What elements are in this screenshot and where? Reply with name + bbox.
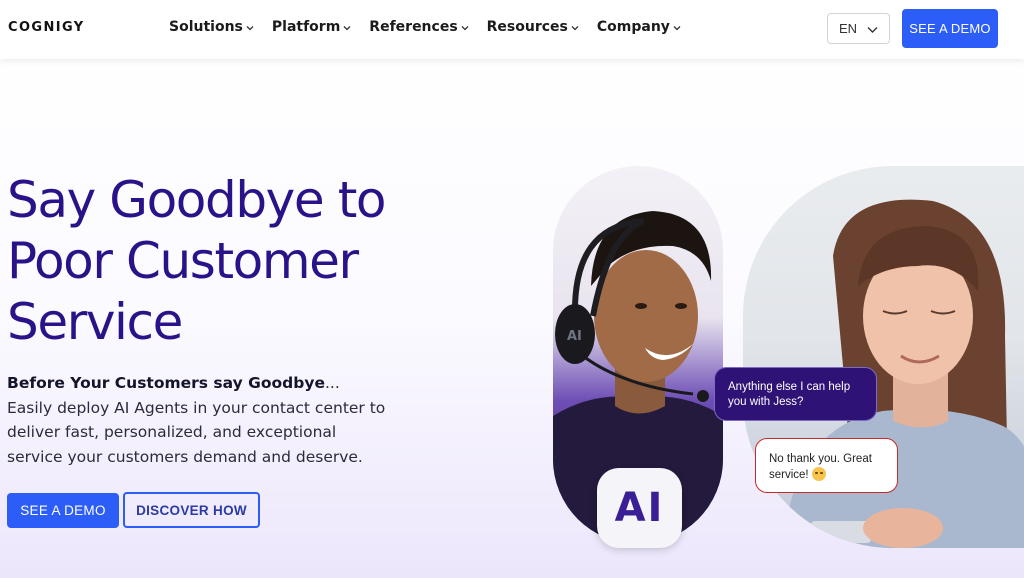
chevron-down-icon xyxy=(461,26,469,31)
nav-item-label: References xyxy=(369,19,458,35)
chevron-down-icon xyxy=(343,26,351,31)
hero-description-lead: Before Your Customers say Goodbye xyxy=(7,374,325,392)
chevron-down-icon xyxy=(246,26,254,31)
language-value: EN xyxy=(839,21,858,36)
see-demo-button[interactable]: SEE A DEMO xyxy=(7,493,119,528)
nav-item-resources[interactable]: Resources xyxy=(487,19,580,35)
site-header: COGNIGY Solutions Platform References Re… xyxy=(0,0,1024,59)
nav-item-references[interactable]: References xyxy=(369,19,469,35)
ai-badge: AI xyxy=(597,468,682,548)
main-nav: Solutions Platform References Resources … xyxy=(169,19,699,35)
hero-title-line: Service xyxy=(7,293,183,351)
discover-how-button[interactable]: DISCOVER HOW xyxy=(123,492,260,528)
ai-badge-text: AI xyxy=(614,485,665,531)
header-see-demo-button[interactable]: SEE A DEMO xyxy=(902,9,998,48)
hero-description: Before Your Customers say Goodbye... Eas… xyxy=(7,371,387,469)
language-select[interactable]: EN xyxy=(827,13,890,44)
chevron-down-icon xyxy=(867,27,878,33)
hero-title-line: Poor Customer xyxy=(7,232,359,290)
nav-item-label: Resources xyxy=(486,19,568,35)
hero-title-line: Say Goodbye to xyxy=(7,171,387,229)
cognigy-logo[interactable]: COGNIGY xyxy=(8,20,85,35)
nav-item-label: Company xyxy=(596,19,670,35)
nav-item-label: Solutions xyxy=(169,19,243,35)
chevron-down-icon xyxy=(571,26,579,31)
customer-chat-bubble: No thank you. Great service! xyxy=(755,438,898,493)
nav-item-platform[interactable]: Platform xyxy=(272,19,352,35)
nav-item-company[interactable]: Company xyxy=(597,19,682,35)
nav-item-solutions[interactable]: Solutions xyxy=(169,19,255,35)
chevron-down-icon xyxy=(673,26,681,31)
smile-emoji-icon xyxy=(811,467,826,481)
svg-text:AI: AI xyxy=(567,329,582,344)
agent-chat-bubble: Anything else I can help you with Jess? xyxy=(714,367,877,421)
nav-item-label: Platform xyxy=(271,19,341,35)
hero-title: Say Goodbye to Poor Customer Service xyxy=(7,170,447,353)
